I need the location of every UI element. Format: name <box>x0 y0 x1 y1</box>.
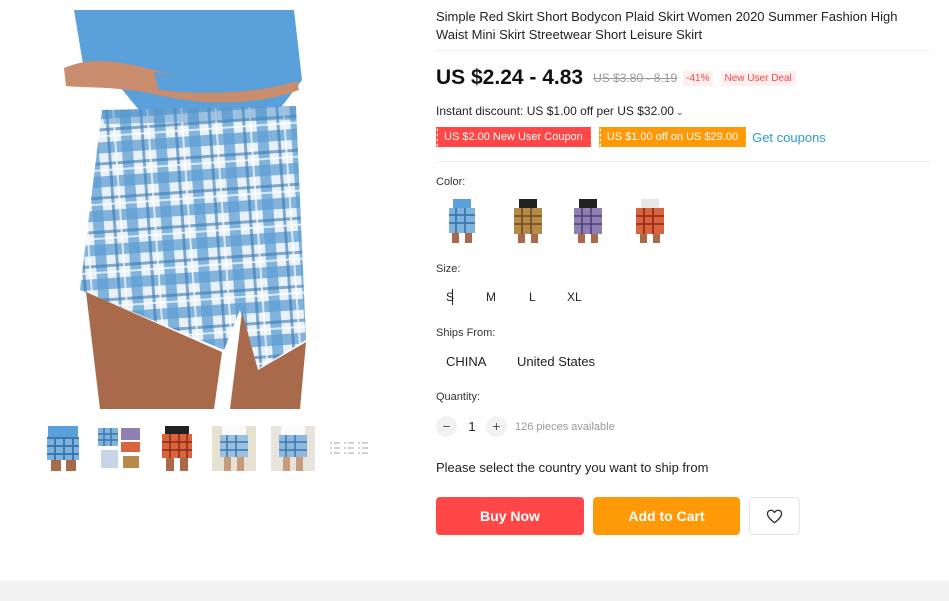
discount-badge: -41% <box>683 70 713 86</box>
color-swatch-purple[interactable] <box>566 199 610 243</box>
heart-icon <box>766 509 783 523</box>
quantity-label: Quantity: <box>436 391 481 403</box>
chevron-down-icon: ⌄ <box>675 107 684 117</box>
divider <box>436 50 930 51</box>
color-swatch-red[interactable] <box>628 199 672 243</box>
instant-discount-text: Instant discount: US $1.00 off per US $3… <box>436 104 674 118</box>
quantity-value[interactable]: 1 <box>466 419 478 434</box>
divider <box>436 161 930 162</box>
ships-from-china[interactable]: CHINA <box>446 354 486 369</box>
ships-from-united-states[interactable]: United States <box>517 354 595 369</box>
new-user-deal-badge: New User Deal <box>720 70 796 86</box>
thumbnail-1[interactable] <box>42 426 86 471</box>
size-option-m[interactable]: M <box>486 290 496 304</box>
buy-now-button[interactable]: Buy Now <box>436 497 584 535</box>
ships-from-label: Ships From: <box>436 327 496 339</box>
text-cursor <box>452 289 453 305</box>
size-option-l[interactable]: L <box>529 290 536 304</box>
product-title: Simple Red Skirt Short Bodycon Plaid Ski… <box>436 9 898 42</box>
wishlist-button[interactable] <box>749 497 800 535</box>
instant-discount[interactable]: Instant discount: US $1.00 off per US $3… <box>436 104 683 118</box>
product-main-image[interactable] <box>44 10 326 409</box>
size-label: Size: <box>436 263 461 275</box>
thumbnail-4[interactable] <box>212 426 256 471</box>
footer-band <box>0 581 949 601</box>
more-thumbnails-icon[interactable] <box>330 440 372 456</box>
color-swatch-blue[interactable] <box>440 199 484 243</box>
thumbnail-3[interactable] <box>155 426 199 471</box>
color-swatch-khaki[interactable] <box>506 199 550 243</box>
thumbnail-5[interactable] <box>271 426 315 471</box>
add-to-cart-button[interactable]: Add to Cart <box>593 497 740 535</box>
quantity-decrease-button[interactable]: − <box>436 416 457 437</box>
thumbnail-2[interactable] <box>97 426 141 471</box>
stock-available: 126 pieces available <box>515 421 615 433</box>
original-price: US $3.80 - 8.19 <box>593 71 678 85</box>
get-coupons-link[interactable]: Get coupons <box>752 130 826 145</box>
ship-country-notice: Please select the country you want to sh… <box>436 460 709 475</box>
product-photo <box>64 10 306 409</box>
price-row: US $2.24 - 4.83 US $3.80 - 8.19 -41% New… <box>436 66 796 90</box>
new-user-coupon[interactable]: US $2.00 New User Coupon <box>435 127 592 147</box>
store-coupon[interactable]: US $1.00 off on US $29.00 <box>597 127 748 147</box>
current-price: US $2.24 - 4.83 <box>436 66 584 89</box>
size-option-xl[interactable]: XL <box>567 290 582 304</box>
color-label: Color: <box>436 176 466 188</box>
quantity-increase-button[interactable]: + <box>486 416 507 437</box>
coupon-row: US $2.00 New User Coupon US $1.00 off on… <box>435 126 826 148</box>
